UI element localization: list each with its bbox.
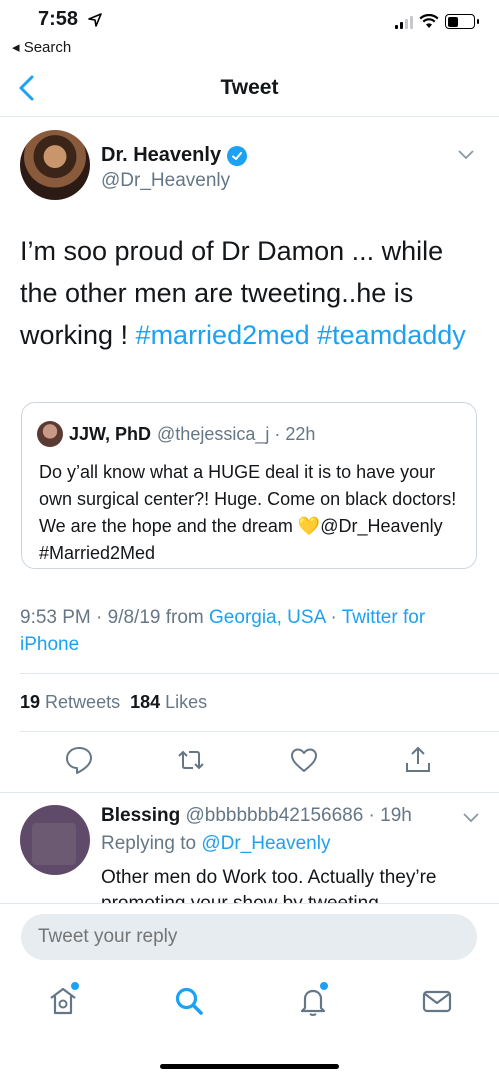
reply-author-handle-time: @bbbbbbb42156686 · 19h bbox=[185, 805, 412, 826]
nav-header: Tweet bbox=[0, 62, 499, 117]
tweet-text: I’m soo proud of Dr Damon ... while the … bbox=[20, 230, 480, 356]
status-indicators bbox=[395, 14, 479, 29]
retweets-count: 19 bbox=[20, 692, 41, 712]
quoted-tweet-header: JJW, PhD @thejessica_j · 22h bbox=[37, 421, 315, 447]
author-handle[interactable]: @Dr_Heavenly bbox=[101, 170, 230, 192]
notifications-dot bbox=[320, 982, 328, 990]
retweets-stat[interactable]: 19 Retweets bbox=[20, 692, 120, 713]
wifi-icon bbox=[419, 14, 439, 28]
reply-text: Other men do Work too. Actually they’re … bbox=[101, 867, 437, 904]
mug-image bbox=[32, 823, 76, 865]
author-name-row[interactable]: Dr. Heavenly bbox=[101, 144, 248, 167]
tab-bar bbox=[0, 970, 499, 1080]
tweet-author: Dr. Heavenly @Dr_Heavenly bbox=[20, 128, 480, 208]
verified-badge-icon bbox=[227, 145, 248, 166]
page-title: Tweet bbox=[220, 76, 279, 99]
like-heart-icon[interactable] bbox=[289, 744, 319, 776]
messages-icon[interactable] bbox=[420, 984, 454, 1018]
author-name[interactable]: Dr. Heavenly bbox=[101, 144, 221, 167]
retweet-icon[interactable] bbox=[176, 744, 206, 776]
retweets-label: Retweets bbox=[45, 692, 121, 712]
quoted-author-name: JJW, PhD bbox=[69, 423, 152, 444]
reply-header: Blessing @bbbbbbb42156686 · 19h bbox=[101, 805, 412, 827]
reply-icon[interactable] bbox=[64, 744, 94, 776]
tweet-actions bbox=[0, 744, 499, 780]
home-indicator[interactable] bbox=[160, 1064, 339, 1069]
cellular-signal-icon bbox=[395, 15, 413, 29]
tweet-reply-input[interactable] bbox=[21, 914, 477, 960]
reply-author-avatar[interactable] bbox=[20, 805, 90, 875]
share-icon[interactable] bbox=[403, 744, 433, 776]
meta-separator: · bbox=[325, 607, 342, 628]
quoted-tweet-text: Do y’all know what a HUGE deal it is to … bbox=[39, 459, 469, 567]
yellow-heart-emoji: 💛 bbox=[297, 516, 321, 536]
status-bar: 7:58 ◂ Search bbox=[0, 0, 499, 62]
quoted-tweet-card[interactable]: JJW, PhD @thejessica_j · 22h Do y’all kn… bbox=[21, 402, 477, 569]
likes-stat[interactable]: 184 Likes bbox=[130, 692, 207, 713]
divider bbox=[20, 673, 499, 674]
quoted-author-avatar bbox=[37, 421, 63, 447]
reply-author-name[interactable]: Blessing bbox=[101, 805, 180, 826]
divider bbox=[20, 731, 499, 732]
hashtag-link[interactable]: #teamdaddy bbox=[317, 320, 466, 350]
author-avatar[interactable] bbox=[20, 130, 90, 200]
likes-label: Likes bbox=[165, 692, 208, 712]
tweet-stats: 19 Retweets 184 Likes bbox=[20, 692, 207, 713]
reply-composer bbox=[0, 903, 499, 969]
replying-to-handle-link[interactable]: @Dr_Heavenly bbox=[201, 833, 330, 854]
back-to-search-link[interactable]: ◂ Search bbox=[12, 38, 71, 56]
replying-to-label: Replying to bbox=[101, 833, 202, 854]
hashtag-link[interactable]: #married2med bbox=[136, 320, 310, 350]
reply-tweet[interactable]: Blessing @bbbbbbb42156686 · 19h Replying… bbox=[0, 792, 499, 904]
chevron-down-icon[interactable] bbox=[458, 150, 474, 160]
quoted-author-handle-time: @thejessica_j · 22h bbox=[157, 423, 316, 444]
location-arrow-icon bbox=[88, 13, 102, 27]
tweet-meta: 9:53 PM · 9/8/19 from Georgia, USA · Twi… bbox=[20, 604, 480, 658]
home-notification-dot bbox=[71, 982, 79, 990]
chevron-down-icon[interactable] bbox=[463, 813, 479, 823]
tweet-location-link[interactable]: Georgia, USA bbox=[209, 607, 325, 628]
tweet-timestamp: 9:53 PM · 9/8/19 from bbox=[20, 607, 210, 628]
battery-icon bbox=[445, 14, 479, 29]
likes-count: 184 bbox=[130, 692, 161, 712]
status-time: 7:58 bbox=[38, 8, 79, 30]
replying-to: Replying to @Dr_Heavenly bbox=[101, 833, 330, 855]
search-icon[interactable] bbox=[172, 984, 206, 1018]
